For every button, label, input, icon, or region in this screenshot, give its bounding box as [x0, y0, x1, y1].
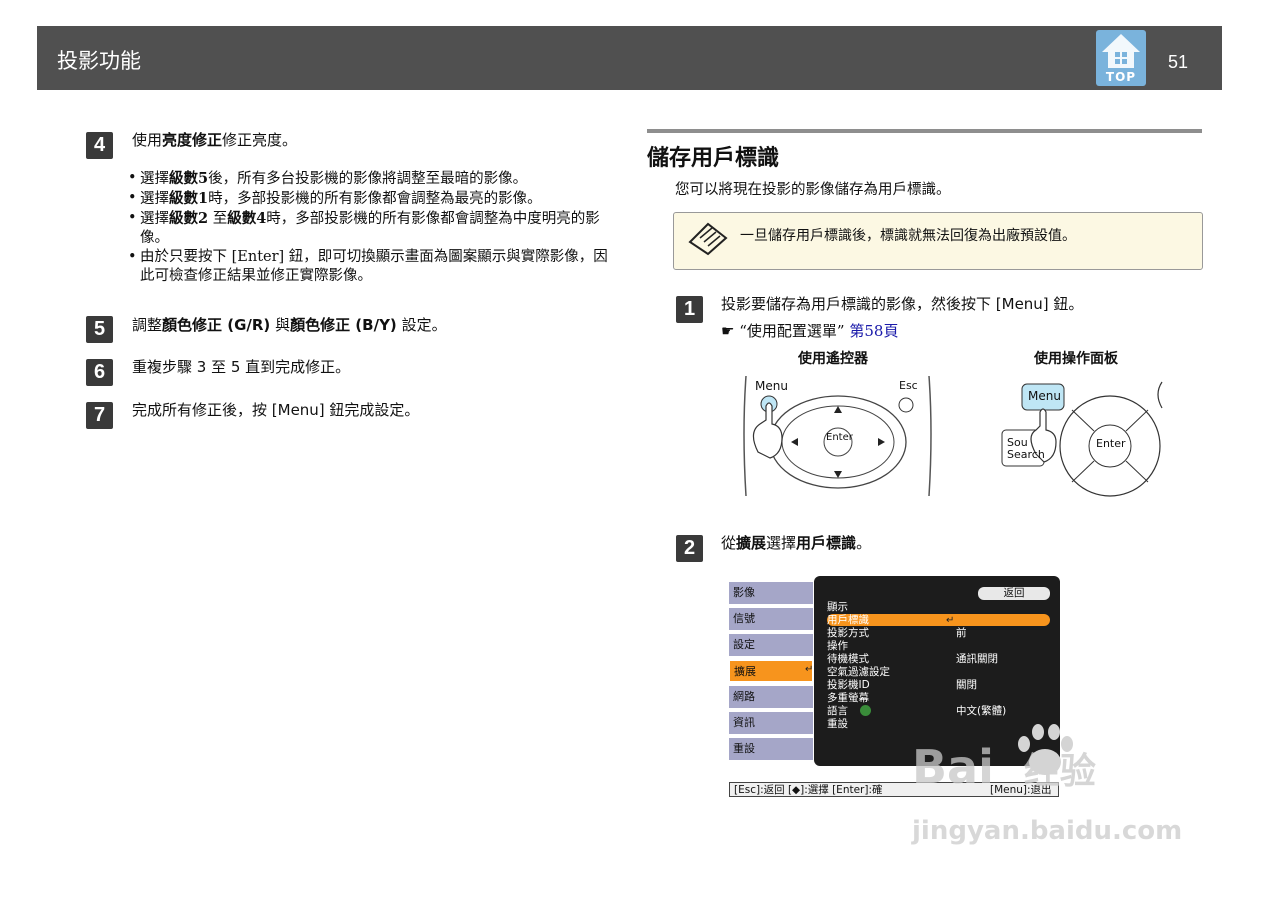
menu-tab-reset[interactable]: 重設 [729, 738, 813, 760]
list-item: 選擇級數5後，所有多台投影機的影像將調整至最暗的影像。 [128, 169, 618, 189]
menu-tab-info[interactable]: 資訊 [729, 712, 813, 734]
menu-tab-network[interactable]: 網路 [729, 686, 813, 708]
pointing-hand-icon: ☛ [721, 322, 735, 340]
text: 與 [270, 316, 291, 334]
text: 使用 [132, 131, 163, 149]
text: 選擇 [766, 534, 797, 552]
house-icon [1102, 34, 1140, 68]
menu-row[interactable]: 空氣過濾設定 [827, 666, 1050, 678]
list-item: 選擇級數2 至級數4時，多部投影機的所有影像都會調整為中度明亮的影像。 [128, 209, 618, 248]
globe-icon [860, 705, 871, 716]
menu-row[interactable]: 投影機ID [827, 679, 1050, 691]
menu-value: 中文(繁體) [956, 705, 1007, 717]
term: 用戶標識 [796, 534, 857, 552]
text: Search [1007, 448, 1045, 461]
text: 從 [721, 534, 737, 552]
text: Bai [912, 740, 994, 794]
note-text: 一旦儲存用戶標識後，標識就無法回復為出廠預設值。 [740, 228, 1076, 244]
top-button[interactable]: TOP [1096, 30, 1146, 86]
menu-value: 前 [956, 627, 967, 639]
enter-icon: ↵ [946, 615, 955, 626]
paw-logo-icon [1018, 724, 1073, 775]
text: 選擇 [140, 191, 169, 207]
watermark-url: jingyan.baidu.com [912, 816, 1183, 846]
cross-reference: ☛ “使用配置選單” 第58頁 [721, 320, 898, 341]
enter-icon: ↵ [805, 664, 814, 675]
remote-esc-label: Esc [899, 379, 918, 392]
step-5-text: 調整顏色修正 (G/R) 與顏色修正 (B/Y) 設定。 [132, 315, 447, 335]
panel-enter-label: Enter [1096, 437, 1126, 450]
panel-menu-button[interactable]: Menu [1028, 389, 1061, 403]
bullet-list: 選擇級數5後，所有多台投影機的影像將調整至最暗的影像。 選擇級數1時，多部投影機… [128, 169, 618, 286]
menu-tab-signal[interactable]: 信號 [729, 608, 813, 630]
top-label: TOP [1105, 70, 1137, 84]
note-pencil-icon [688, 222, 728, 256]
step-number: 2 [676, 535, 703, 562]
text: 。 [856, 534, 872, 552]
list-item: 由於只要按下 [Enter] 鈕，即可切換顯示畫面為圖案顯示與實際影像，因此可檢… [128, 248, 618, 286]
menu-back-button[interactable]: 返回 [978, 587, 1050, 600]
text: 調整 [132, 316, 163, 334]
step-number: 4 [86, 132, 113, 159]
term: 擴展 [736, 534, 767, 552]
term: 級數4 [227, 210, 267, 227]
text: 選擇 [140, 211, 169, 227]
section-intro: 您可以將現在投影的影像儲存為用戶標識。 [675, 182, 951, 198]
menu-value: 通訊關閉 [956, 653, 998, 665]
menu-tab-settings[interactable]: 設定 [729, 634, 813, 656]
text: 修正亮度。 [222, 131, 298, 149]
step-number: 7 [86, 402, 113, 429]
step-6-text: 重複步驟 3 至 5 直到完成修正。 [132, 358, 351, 376]
term: 亮度修正 [162, 131, 223, 149]
section-divider [647, 129, 1202, 133]
menu-row[interactable]: 待機模式 [827, 653, 1050, 665]
step-7-text: 完成所有修正後，按 [Menu] 鈕完成設定。 [132, 401, 420, 419]
text: 選擇 [140, 171, 169, 187]
page-header [37, 26, 1222, 90]
page-number: 51 [1168, 52, 1189, 72]
panel-caption: 使用操作面板 [1034, 351, 1118, 367]
term: 顏色修正 (G/R) [162, 316, 271, 334]
panel-source-label: Sou Search [1007, 437, 1045, 461]
step-number: 5 [86, 316, 113, 343]
term: 級數2 [169, 210, 209, 227]
menu-tab-extended[interactable]: 擴展 [729, 660, 813, 682]
remote-enter-label: Enter [826, 432, 853, 443]
text: 時，多部投影機的所有影像都會調整為最亮的影像。 [208, 191, 542, 207]
menu-value: 關閉 [956, 679, 977, 691]
step-2-text: 從擴展選擇用戶標識。 [721, 533, 871, 553]
term: 顏色修正 (B/Y) [290, 316, 397, 334]
menu-row[interactable]: 顯示 [827, 601, 1050, 613]
term: 級數1 [169, 190, 209, 207]
remote-menu-label: Menu [755, 379, 788, 393]
step-number: 6 [86, 359, 113, 386]
text: 後，所有多台投影機的影像將調整至最暗的影像。 [208, 171, 528, 187]
step-number: 1 [676, 296, 703, 323]
step-1-text: 投影要儲存為用戶標識的影像，然後按下 [Menu] 鈕。 [721, 295, 1084, 313]
text: 設定。 [396, 316, 447, 334]
menu-row[interactable]: 多重螢幕 [827, 692, 1050, 704]
page-link[interactable]: 第58頁 [849, 322, 898, 340]
menu-row-selected[interactable]: 用戶標識 [827, 614, 1050, 626]
menu-row[interactable]: 操作 [827, 640, 1050, 652]
term: 級數5 [169, 170, 209, 187]
step-4-text: 使用亮度修正修正亮度。 [132, 130, 297, 150]
section-title: 儲存用戶標識 [647, 146, 780, 171]
list-item: 選擇級數1時，多部投影機的所有影像都會調整為最亮的影像。 [128, 189, 618, 209]
ref-title: “使用配置選單” [739, 322, 845, 340]
page-title: 投影功能 [57, 49, 141, 73]
status-text: [Esc]:返回 [◆]:選擇 [Enter]:確 [734, 784, 883, 796]
menu-tab-image[interactable]: 影像 [729, 582, 813, 604]
menu-row[interactable]: 投影方式 [827, 627, 1050, 639]
text: 由於只要按下 [Enter] 鈕，即可切換顯示畫面為圖案顯示與實際影像，因此可檢… [140, 249, 608, 284]
text: 至 [208, 211, 228, 227]
remote-caption: 使用遙控器 [798, 351, 868, 367]
